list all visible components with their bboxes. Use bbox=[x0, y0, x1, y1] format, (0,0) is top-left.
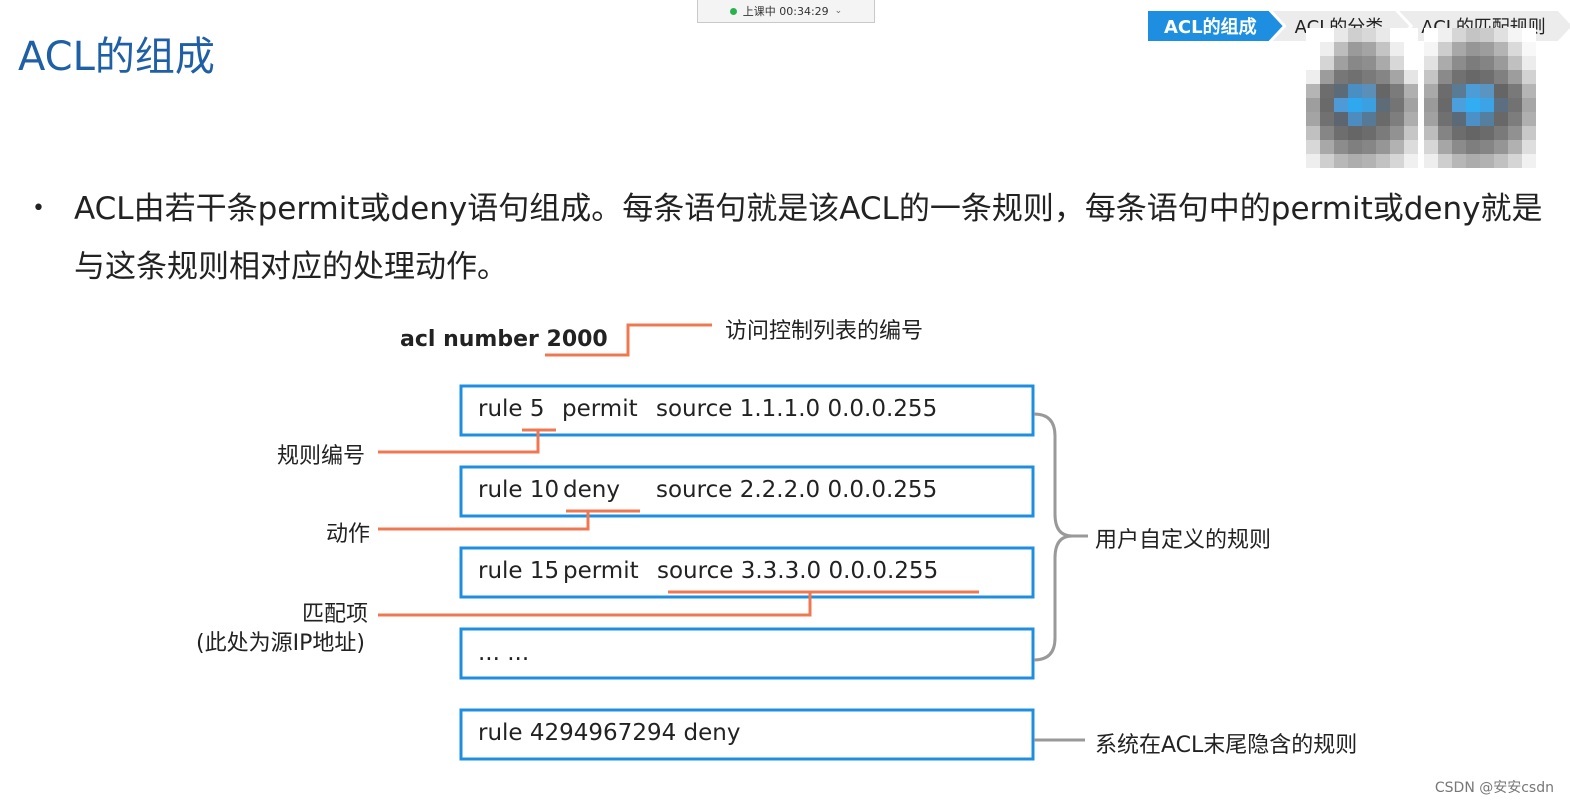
implicit-rule-text: rule 4294967294 deny bbox=[478, 720, 741, 746]
rule-ellipsis: ... ... bbox=[478, 640, 530, 666]
rule-1-source: source 1.1.1.0 0.0.0.255 bbox=[656, 396, 938, 422]
implicit-rule-label: 系统在ACL末尾隐含的规则 bbox=[1095, 733, 1358, 758]
rule-2-source: source 2.2.2.0 0.0.0.255 bbox=[656, 477, 938, 503]
rule-2-number: rule 10 bbox=[478, 477, 560, 503]
acl-header-note: 访问控制列表的编号 bbox=[725, 319, 924, 344]
match-item-note: (此处为源IP地址) bbox=[196, 631, 365, 656]
match-item-label: 匹配项 bbox=[302, 602, 369, 627]
user-defined-label: 用户自定义的规则 bbox=[1095, 528, 1272, 553]
rule-3-number: rule 15 bbox=[478, 558, 560, 584]
rule-2-action: deny bbox=[563, 477, 620, 503]
rule-1-number: rule 5 bbox=[478, 396, 545, 422]
rule-box-ellipsis bbox=[459, 627, 1035, 680]
user-defined-brace bbox=[1033, 412, 1073, 662]
watermark: CSDN @安安csdn bbox=[1434, 780, 1554, 796]
acl-header: acl number 2000 bbox=[400, 327, 608, 352]
rule-number-label: 规则编号 bbox=[277, 444, 366, 469]
action-label: 动作 bbox=[326, 522, 371, 547]
rule-1-action: permit bbox=[562, 396, 638, 422]
rule-3-action: permit bbox=[563, 558, 639, 584]
rule-3-source: source 3.3.3.0 0.0.0.255 bbox=[657, 558, 939, 584]
